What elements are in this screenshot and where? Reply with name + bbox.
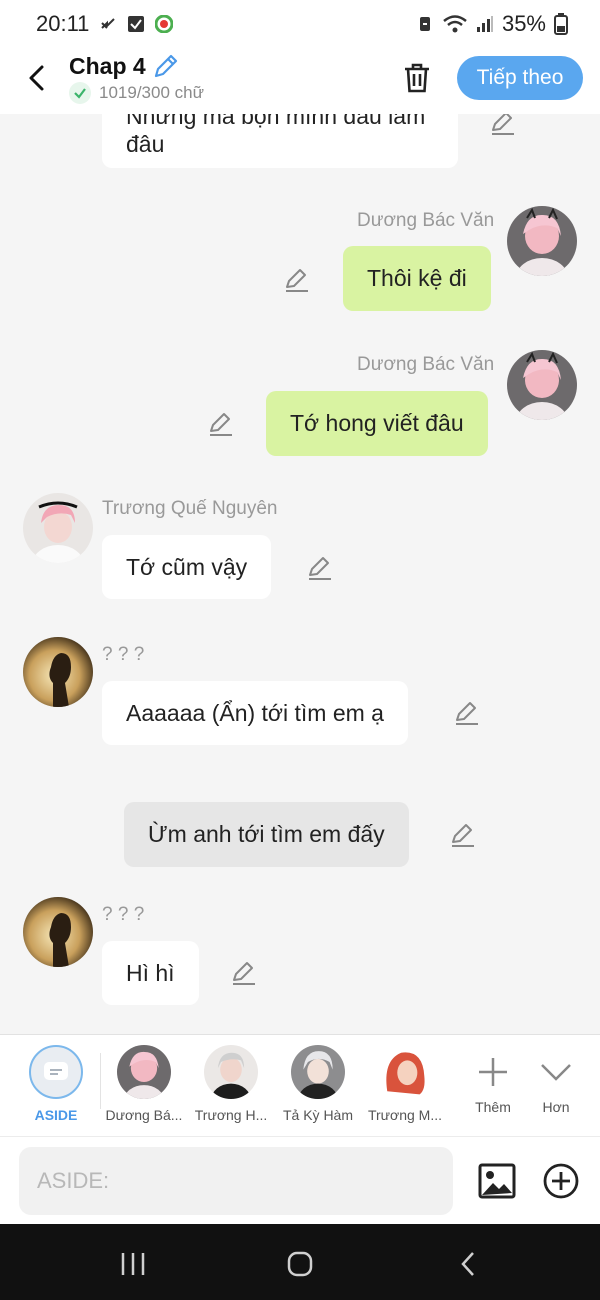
character-aside[interactable]: ASIDE [11,1045,101,1123]
recent-apps-icon [121,1253,145,1275]
app-icon [155,15,174,33]
wifi-icon [443,15,467,33]
add-button[interactable] [541,1161,581,1201]
navigation-bar [0,1224,600,1300]
transfer-icon [101,18,116,29]
aside-avatar [29,1045,83,1099]
edit-icon[interactable] [450,822,476,848]
edit-icon[interactable] [284,267,310,293]
message-bubble[interactable]: Thôi kệ đi [343,246,491,311]
avatar[interactable] [23,493,93,563]
character-item[interactable]: Trương H... [186,1045,276,1123]
edit-icon[interactable] [231,960,257,986]
message-bubble[interactable]: Tớ cũm vậy [102,535,272,599]
avatar[interactable] [23,897,93,967]
status-bar: 20:11 35% [0,0,600,48]
more-button[interactable]: Hơn [511,1045,600,1115]
message-text: Thôi kệ đi [367,265,467,291]
avatar[interactable] [507,206,577,276]
chat-area[interactable]: Nhưng mà bọn mình đâu làm đâu Dương Bác … [0,114,600,1034]
chapter-title-block: Chap 4 1019/300 chữ [69,52,204,104]
avatar [291,1045,345,1099]
check-icon [69,82,91,104]
battery-saver-icon [419,17,430,31]
top-bar: Chap 4 1019/300 chữ Tiếp theo [0,48,600,114]
delete-button[interactable] [399,60,435,96]
edit-icon[interactable] [208,411,234,437]
sender-name: Dương Bác Văn [357,210,495,231]
signal-icon [476,16,493,32]
checkbox-icon [128,16,145,32]
composer [0,1136,600,1224]
chat-bubble-icon [44,1062,68,1080]
chapter-title: Chap 4 [69,52,146,79]
home-icon [287,1251,313,1277]
character-item[interactable]: Tả Kỳ Hàm [273,1045,363,1123]
message-text: Tớ hong viết đâu [290,410,464,436]
character-item[interactable]: Trương M... [360,1045,450,1123]
aside-bubble[interactable]: Ừm anh tới tìm em đấy [124,802,409,867]
character-label: Trương H... [194,1107,268,1123]
avatar [117,1045,171,1099]
word-count: 1019/300 chữ [99,83,204,102]
character-bar: ASIDE Dương Bá... Trương H... Tả Kỳ Hàm … [0,1034,600,1136]
trash-icon [405,63,429,93]
character-label: Dương Bá... [105,1107,183,1123]
edit-title-icon[interactable] [152,52,180,80]
sender-name: ? ? ? [102,644,145,665]
message-text: Hì hì [126,959,175,986]
next-button[interactable]: Tiếp theo [457,56,583,100]
image-icon [478,1163,516,1199]
avatar[interactable] [507,350,577,420]
battery-percent: 35% [501,11,546,36]
battery-icon [554,13,568,35]
edit-icon[interactable] [454,700,480,726]
character-label: ASIDE [34,1107,78,1123]
home-button[interactable] [280,1244,320,1284]
back-arrow-icon [29,65,44,91]
character-item[interactable]: Dương Bá... [99,1045,189,1123]
system-back-button[interactable] [448,1244,488,1284]
back-icon [461,1252,474,1276]
message-bubble[interactable]: Hì hì [102,941,199,1005]
message-text: Nhưng mà bọn mình đâu làm đâu [126,114,426,157]
message-text: Aaaaaa (Ẩn) tới tìm em ạ [126,699,384,726]
character-label: Trương M... [367,1107,443,1123]
sender-name: ? ? ? [102,904,145,925]
message-bubble[interactable]: Nhưng mà bọn mình đâu làm đâu [102,114,458,168]
avatar [378,1045,432,1099]
avatar [204,1045,258,1099]
message-text: Tớ cũm vậy [126,553,248,580]
image-button[interactable] [477,1161,517,1201]
message-text: Ừm anh tới tìm em đấy [148,821,385,847]
character-label: Hơn [542,1099,570,1115]
message-bubble[interactable]: Aaaaaa (Ẩn) tới tìm em ạ [102,681,408,745]
edit-icon[interactable] [307,555,333,581]
back-button[interactable] [20,62,52,94]
plus-icon [479,1058,507,1086]
sender-name: Dương Bác Văn [357,354,495,375]
chevron-down-icon [541,1064,571,1081]
recent-apps-button[interactable] [113,1244,153,1284]
avatar[interactable] [23,637,93,707]
clock: 20:11 [36,11,90,36]
message-bubble[interactable]: Tớ hong viết đâu [266,391,488,456]
plus-circle-icon [543,1163,579,1199]
sender-name: Trương Quế Nguyên [102,498,278,519]
character-label: Tả Kỳ Hàm [282,1107,353,1123]
edit-icon[interactable] [490,114,516,136]
message-input[interactable] [19,1147,453,1215]
